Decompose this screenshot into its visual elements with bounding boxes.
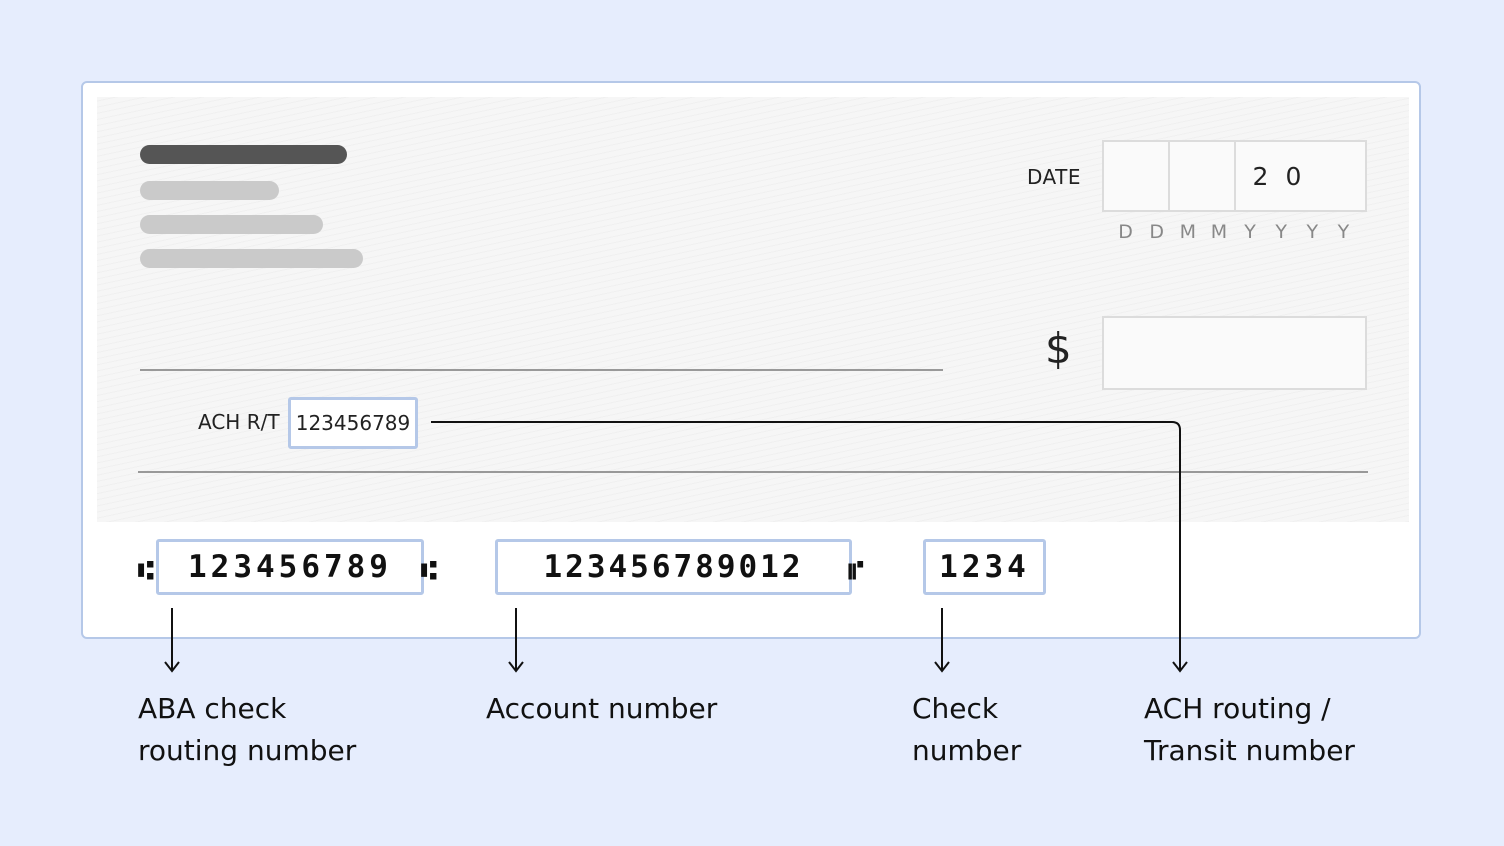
ach-routing-label: ACH routing / Transit number (1144, 692, 1355, 767)
routing-number-label: ABA check routing number (138, 692, 357, 767)
check-number-label: Check number (912, 692, 1022, 767)
account-number-label: Account number (486, 692, 718, 725)
ach-callout-line (431, 421, 1181, 670)
